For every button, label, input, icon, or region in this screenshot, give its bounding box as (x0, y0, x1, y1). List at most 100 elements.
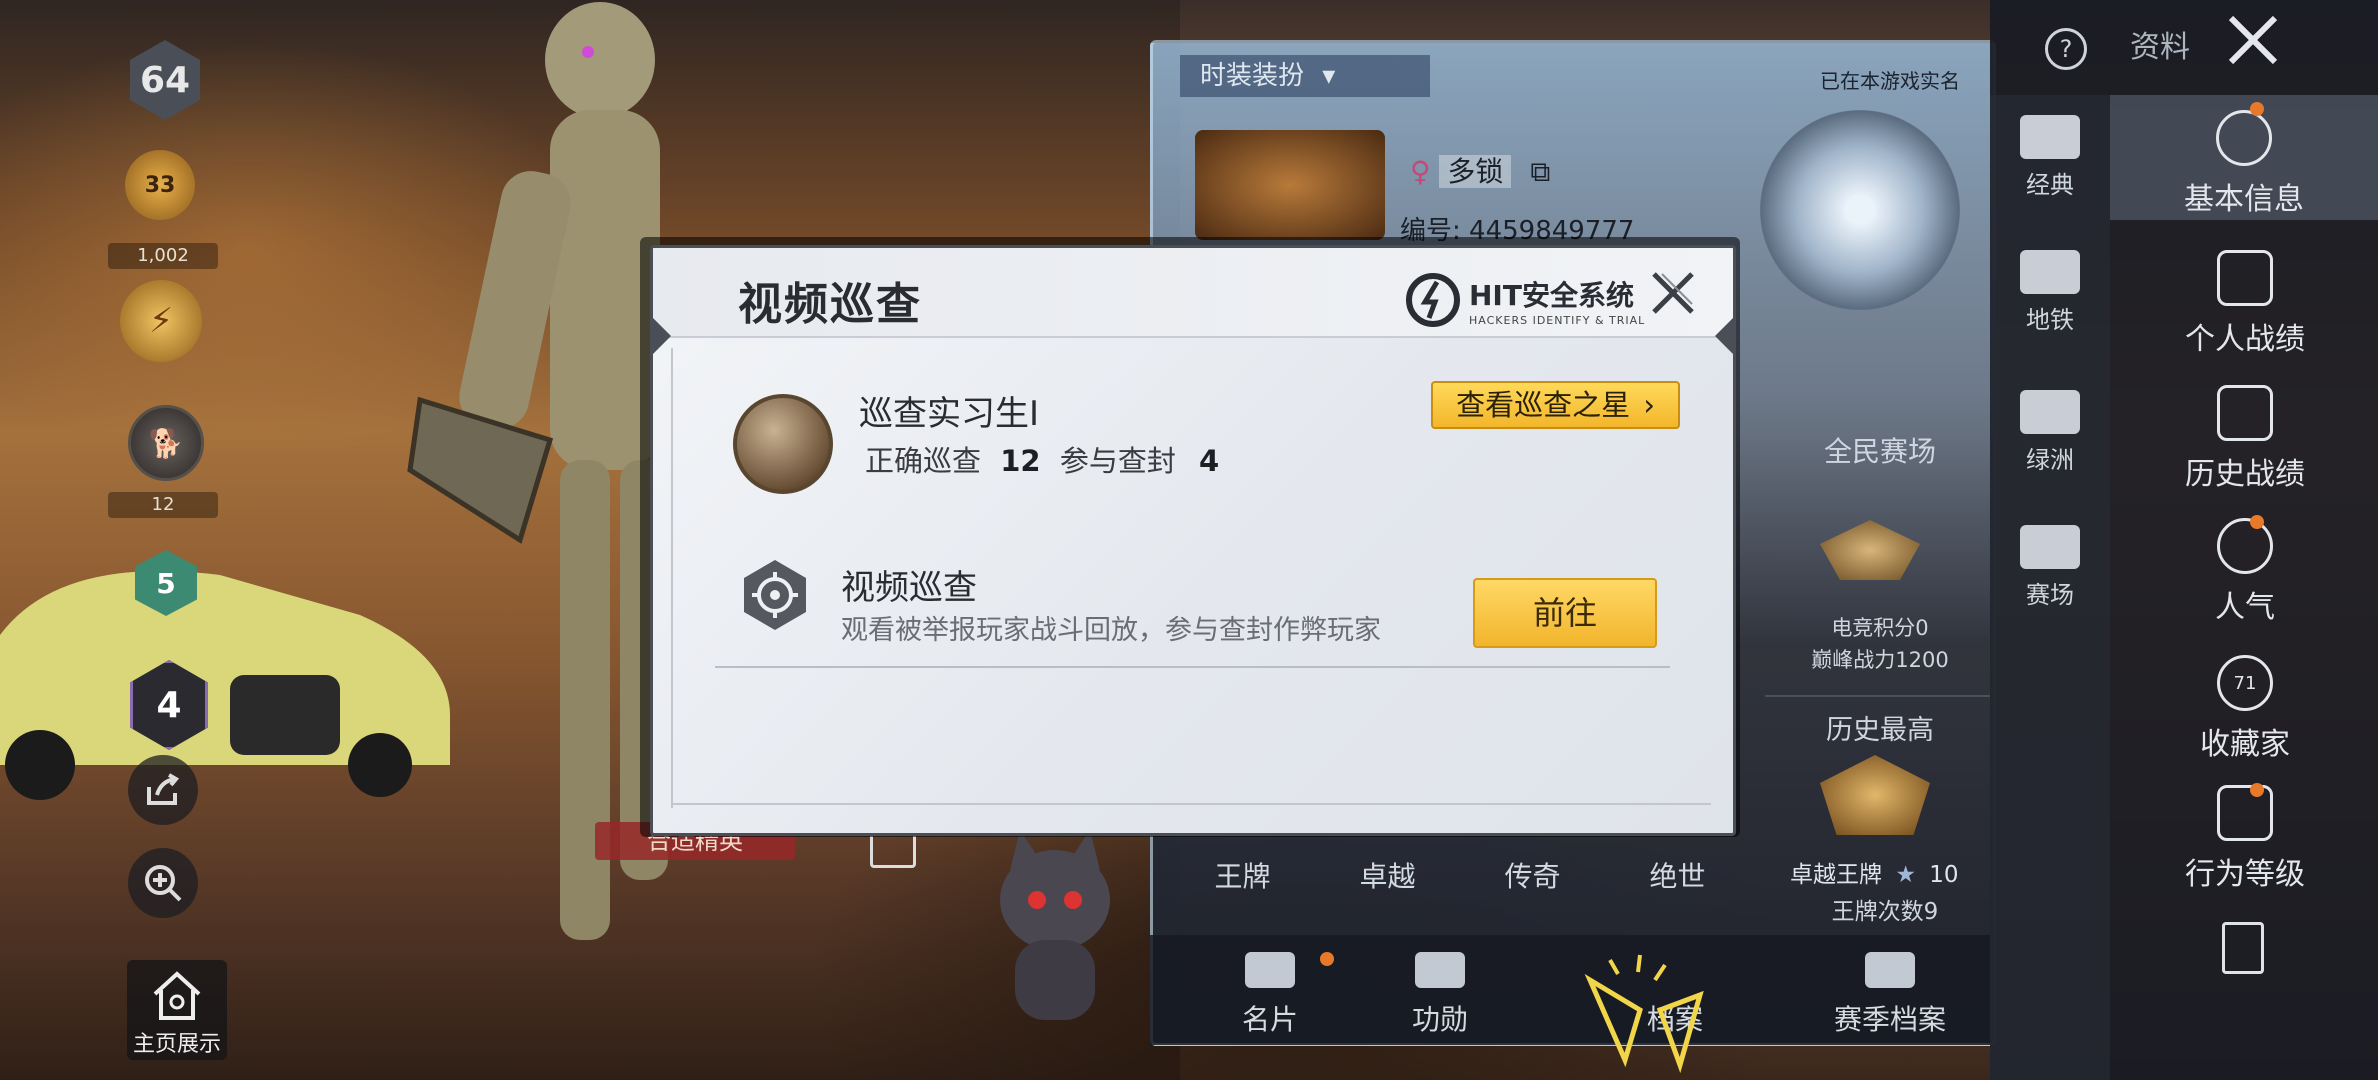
chevron-right-icon: › (1643, 388, 1655, 422)
mode-oasis-label: 绿洲 (2026, 446, 2074, 474)
close-icon (1652, 272, 1694, 314)
chevron-down-icon: ▾ (1322, 61, 1336, 91)
hit-brand-sub: HACKERS IDENTIFY & TRIAL (1469, 313, 1646, 327)
card-icon (1245, 952, 1295, 988)
classic-icon (2020, 115, 2080, 159)
join-label: 参与查封 (1059, 444, 1176, 478)
home-display-button[interactable]: 主页展示 (127, 960, 227, 1060)
mode-arena-label: 赛场 (2026, 581, 2074, 609)
video-patrol-description: 观看被举报玩家战斗回放，参与查封作弊玩家 (841, 615, 1381, 646)
mode-arena[interactable]: 赛场 (1990, 525, 2110, 610)
zoom-in-icon (145, 865, 182, 902)
stats-divider (1765, 695, 1990, 697)
nickname-row: ♀ 多锁 ⧉ (1410, 150, 1550, 190)
medal-icon (1415, 952, 1465, 988)
mode-oasis[interactable]: 绿洲 (1990, 390, 2110, 475)
document-icon[interactable] (2222, 922, 2264, 974)
zoom-in-button[interactable] (128, 848, 198, 918)
realname-status: 已在本游戏实名 (1820, 69, 1960, 93)
nav-history-stats[interactable]: 历史战绩 (2145, 385, 2345, 493)
player-level: 64 (139, 59, 191, 101)
nav-personal-stats-label: 个人战绩 (2185, 322, 2305, 357)
history-stats-icon (2217, 385, 2273, 441)
nav-behavior-level[interactable]: 行为等级 (2145, 785, 2345, 893)
dialog-border-line (671, 348, 673, 808)
dialog-divider (715, 666, 1670, 668)
mode-classic-label: 经典 (2026, 171, 2074, 199)
tab-card-label: 名片 (1241, 1003, 1298, 1036)
lightning-icon: ⚡ (149, 301, 173, 341)
share-icon (147, 773, 180, 805)
esports-points: 电竞积分0 (1831, 616, 1929, 640)
video-patrol-dialog: 视频巡查 HIT安全系统 HACKERS IDENTIFY & TRIAL 巡查… (650, 245, 1736, 836)
tab-medal[interactable]: 功勋 (1360, 952, 1520, 1038)
correct-label: 正确巡查 (865, 444, 982, 478)
header-notch-left (653, 318, 671, 354)
mode-metro-label: 地铁 (2026, 306, 2074, 334)
notify-dot (2250, 515, 2264, 529)
nav-basic-info-label: 基本信息 (2184, 182, 2304, 217)
dog-icon: 🐕 (148, 426, 184, 460)
outfit-label: 时装装扮 (1200, 61, 1305, 91)
close-icon (2228, 15, 2278, 65)
dialog-title: 视频巡查 (738, 279, 922, 330)
notify-dot (1320, 952, 1334, 966)
weapon-shield (407, 396, 554, 544)
personal-stats-icon (2217, 250, 2273, 306)
nav-personal-stats[interactable]: 个人战绩 (2145, 250, 2345, 358)
tab-medal-label: 功勋 (1411, 1003, 1468, 1036)
join-count: 4 (1199, 444, 1220, 478)
tier-label: 传奇 (1504, 860, 1561, 893)
mode-metro[interactable]: 地铁 (1990, 250, 2110, 335)
rank-emblem (1760, 110, 1960, 310)
tier-label: 王牌 (1214, 860, 1271, 893)
tier-badge-caption: 1,002 (108, 243, 218, 269)
hit-brand: HIT安全系统 (1469, 278, 1634, 312)
tier-labels-row: 王牌 卓越 传奇 绝世 (1170, 855, 1750, 895)
oasis-icon (2020, 390, 2080, 434)
star-icon: ★ (1895, 862, 1916, 888)
tab-season-label: 赛季档案 (1833, 1003, 1946, 1036)
tab-season[interactable]: 赛季档案 (1810, 952, 1970, 1038)
tier-label: 绝世 (1649, 860, 1706, 893)
dog-badge[interactable]: 🐕 (128, 405, 204, 481)
car-model (0, 571, 450, 800)
pet-model (1000, 830, 1110, 1020)
nav-behavior-level-label: 行为等级 (2185, 857, 2305, 892)
behavior-icon (2217, 785, 2273, 841)
dialog-bottom-line (671, 803, 1711, 805)
history-stars: 10 (1929, 862, 1959, 888)
patrol-rank-title: 巡查实习生I (859, 394, 1040, 434)
avatar[interactable] (1195, 130, 1385, 240)
tier-badge[interactable]: 33 (125, 150, 195, 220)
video-patrol-title: 视频巡查 (841, 568, 977, 608)
basic-info-icon (2216, 110, 2272, 166)
history-header: 历史最高 (1826, 715, 1934, 746)
metro-icon (2020, 250, 2080, 294)
share-button[interactable] (128, 755, 198, 825)
celebration-icon (1584, 954, 1704, 1074)
view-patrol-stars-button[interactable]: 查看巡查之星 › (1431, 381, 1680, 429)
close-panel-button[interactable] (2225, 12, 2281, 68)
home-display-label: 主页展示 (132, 1032, 221, 1057)
nav-basic-info[interactable]: 基本信息 (2110, 95, 2378, 220)
close-dialog-button[interactable] (1648, 268, 1698, 318)
nav-history-stats-label: 历史战绩 (2185, 457, 2305, 492)
view-stars-label: 查看巡查之星 (1456, 388, 1631, 422)
outfit-dropdown[interactable]: 时装装扮 ▾ (1180, 55, 1430, 97)
go-button[interactable]: 前往 (1473, 578, 1657, 648)
hit-logo: HIT安全系统 HACKERS IDENTIFY & TRIAL (1403, 270, 1645, 330)
nav-collector-label: 收藏家 (2200, 727, 2290, 762)
nav-popularity[interactable]: 人气 (2145, 518, 2345, 626)
copy-icon[interactable]: ⧉ (1530, 155, 1550, 188)
mode-classic[interactable]: 经典 (1990, 115, 2110, 200)
nav-collector[interactable]: 71 收藏家 (2145, 655, 2345, 763)
lightning-badge[interactable]: ⚡ (120, 280, 202, 362)
panel-header: 资料 (2130, 30, 2190, 65)
rank-value: 4 (156, 684, 182, 726)
shield-value: 5 (156, 566, 176, 600)
patrol-stats: 正确巡查 12 参与查封 4 (865, 438, 1219, 480)
collector-icon: 71 (2217, 655, 2273, 711)
help-icon[interactable]: ? (2045, 28, 2087, 70)
home-icon (153, 971, 201, 1020)
